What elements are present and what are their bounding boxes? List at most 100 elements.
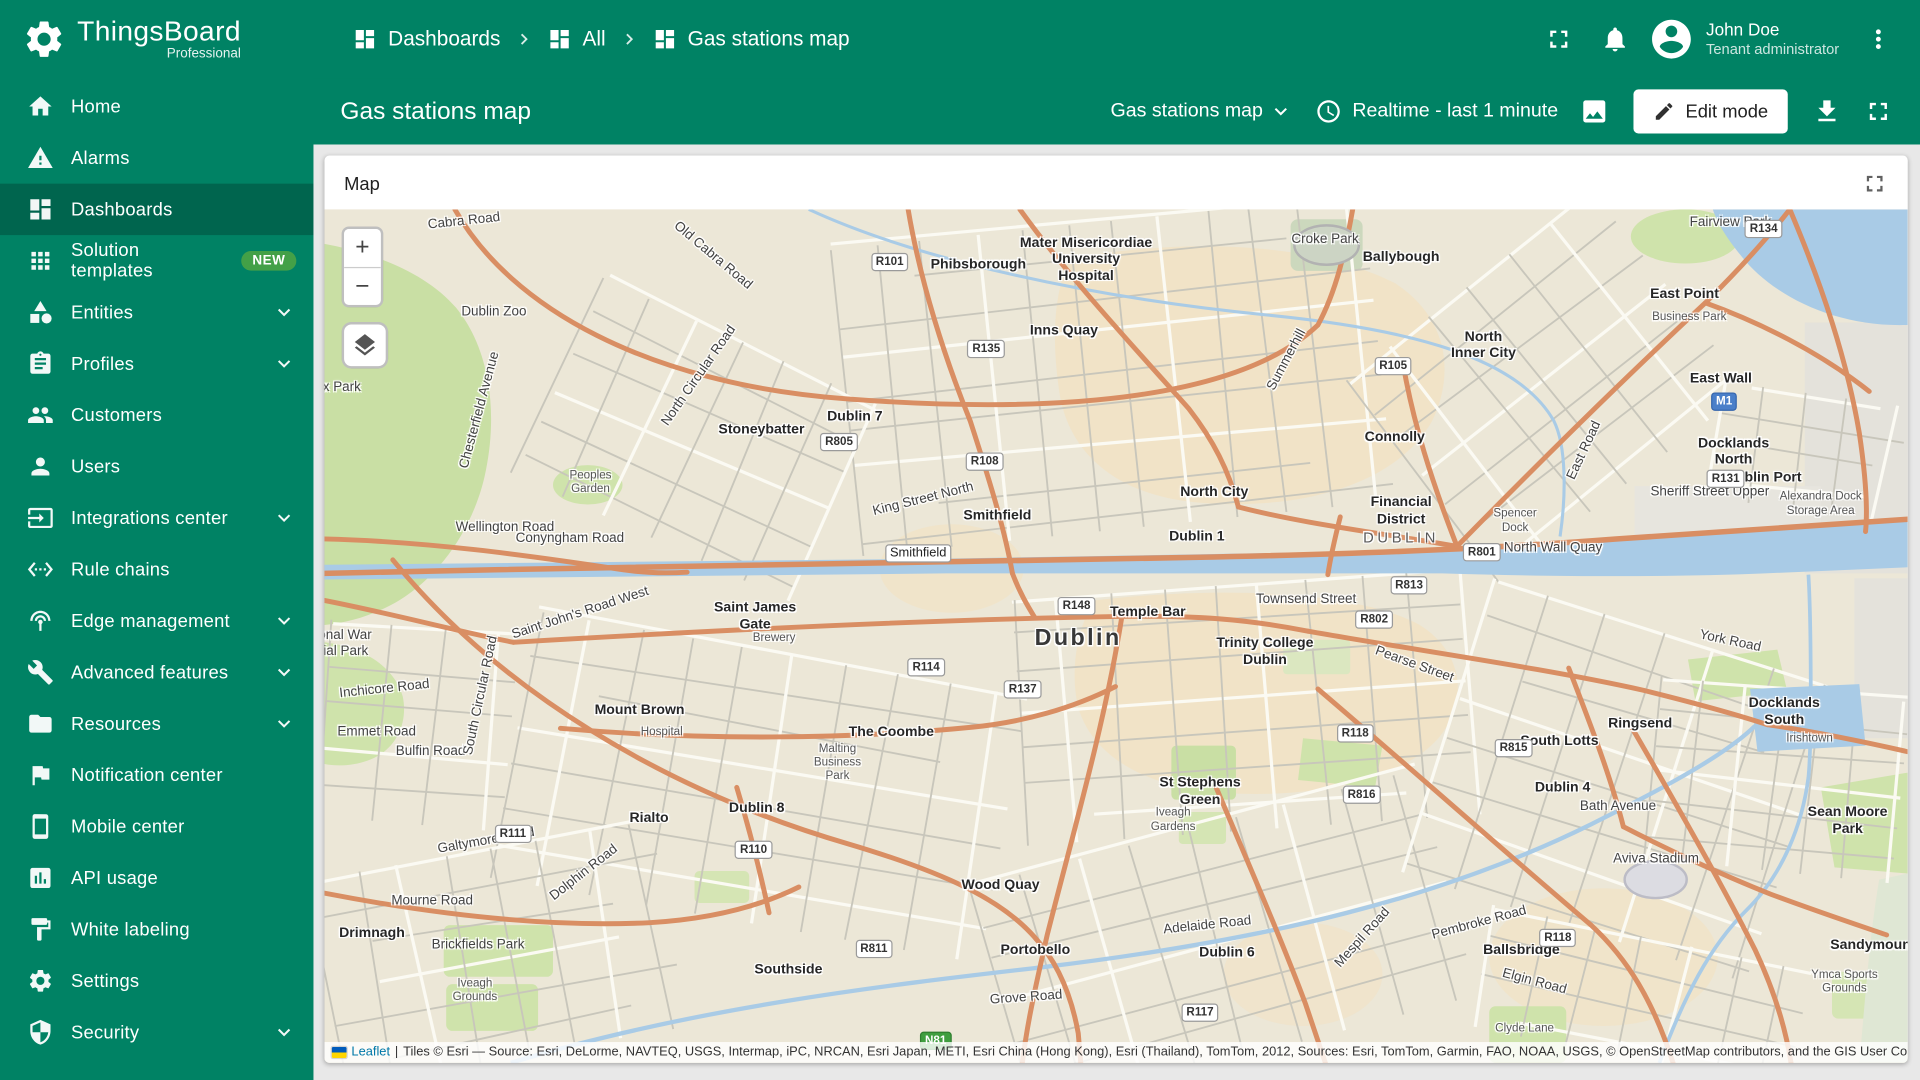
person-circle-icon [1648, 16, 1695, 63]
sidebar-item-rule-chains[interactable]: Rule chains [0, 544, 313, 595]
breadcrumb-item-dashboards[interactable]: Dashboards [353, 27, 501, 51]
sidebar-item-users[interactable]: Users [0, 441, 313, 492]
sidebar-item-label: Solution templates [71, 240, 207, 282]
dashboard-select[interactable]: Gas stations map [1110, 99, 1293, 123]
sidebar-item-entities[interactable]: Entities [0, 287, 313, 338]
sidebar-item-api-usage[interactable]: API usage [0, 852, 313, 903]
sidebar-item-label: Home [71, 96, 121, 117]
dashboard-select-value: Gas stations map [1110, 100, 1262, 122]
folder-icon [27, 710, 54, 737]
sidebar-item-label: Notification center [71, 765, 223, 786]
image-icon [1580, 97, 1609, 126]
gear-icon [27, 967, 54, 994]
dashboards-icon [353, 27, 377, 51]
fullscreen-icon [1864, 97, 1893, 126]
sidebar-item-dashboards[interactable]: Dashboards [0, 184, 313, 235]
timewindow-label: Realtime - last 1 minute [1352, 100, 1558, 122]
layers-control[interactable] [342, 322, 389, 369]
map-attribution: Leaflet | Tiles © Esri — Source: Esri, D… [324, 1042, 1907, 1063]
fullscreen-icon [1861, 170, 1888, 197]
chevron-right-icon [513, 28, 535, 50]
sidebar-item-label: Alarms [71, 148, 130, 169]
chevron-down-icon [272, 506, 296, 530]
more-menu-button[interactable] [1854, 15, 1903, 64]
badge-icon [27, 350, 54, 377]
timewindow-button[interactable]: Realtime - last 1 minute [1316, 98, 1559, 125]
chart-icon [27, 864, 54, 891]
sidebar-item-settings[interactable]: Settings [0, 955, 313, 1006]
edit-mode-label: Edit mode [1685, 101, 1768, 122]
app-logo[interactable]: ThingsBoard Professional [0, 0, 313, 78]
sidebar-nav: Home Alarms Dashboards Solution templatesNE… [0, 78, 313, 1080]
sidebar-item-label: Resources [71, 713, 161, 734]
breadcrumb-item-all[interactable]: All [547, 27, 606, 51]
chevron-down-icon [272, 1020, 296, 1044]
user-role: Tenant administrator [1706, 41, 1839, 60]
breadcrumb-item-gas-stations-map[interactable]: Gas stations map [652, 27, 849, 51]
sidebar-item-customers[interactable]: Customers [0, 389, 313, 440]
sidebar-item-mobile-center[interactable]: Mobile center [0, 801, 313, 852]
widget-fullscreen-button[interactable] [1859, 168, 1891, 200]
sidebar-item-notification-center[interactable]: Notification center [0, 749, 313, 800]
sidebar-item-label: Users [71, 456, 120, 477]
sidebar-item-label: Advanced features [71, 662, 228, 683]
sidebar-item-profiles[interactable]: Profiles [0, 338, 313, 389]
sidebar-item-advanced-features[interactable]: Advanced features [0, 647, 313, 698]
chevron-down-icon [272, 300, 296, 324]
chevron-down-icon [272, 711, 296, 735]
map-widget-card: Map [324, 156, 1907, 1063]
leaflet-link[interactable]: Leaflet [351, 1044, 390, 1059]
topbar-actions: John Doe Tenant administrator [1535, 15, 1903, 64]
dashboards-icon [547, 27, 571, 51]
sidebar-item-solution-templates[interactable]: Solution templatesNEW [0, 235, 313, 286]
category-icon [27, 299, 54, 326]
export-button[interactable] [1802, 87, 1851, 136]
paint-icon [27, 916, 54, 943]
download-icon [1812, 97, 1841, 126]
breadcrumb-label: Gas stations map [688, 27, 850, 51]
sidebar-item-resources[interactable]: Resources [0, 698, 313, 749]
chevron-down-icon [272, 351, 296, 375]
map-canvas[interactable]: Cabra RoadOld Cabra RoadMater Misericord… [324, 209, 1907, 1062]
chevron-down-icon [272, 609, 296, 633]
phone-icon [27, 813, 54, 840]
shield-icon [27, 1019, 54, 1046]
antenna-icon [27, 607, 54, 634]
clock-icon [1316, 98, 1343, 125]
sidebar-item-label: Entities [71, 302, 133, 323]
sidebar-item-alarms[interactable]: Alarms [0, 132, 313, 183]
user-name: John Doe [1706, 19, 1839, 41]
sidebar-item-edge-management[interactable]: Edge management [0, 595, 313, 646]
edit-mode-button[interactable]: Edit mode [1634, 89, 1788, 133]
avatar[interactable] [1647, 15, 1696, 64]
brand: ThingsBoard Professional [77, 17, 241, 61]
fullscreen-icon [1544, 24, 1573, 53]
sidebar-item-label: Edge management [71, 610, 230, 631]
dashboard-image-button[interactable] [1570, 87, 1619, 136]
sidebar-item-white-labeling[interactable]: White labeling [0, 904, 313, 955]
map-widget-header: Map [324, 156, 1907, 210]
warn-icon [27, 144, 54, 171]
zoom-control: + − [342, 227, 384, 308]
brand-name: ThingsBoard [77, 17, 241, 45]
fullscreen-button[interactable] [1535, 15, 1584, 64]
zoom-out-button[interactable]: − [344, 267, 381, 305]
breadcrumb: Dashboards All Gas stations map [353, 27, 850, 51]
sidebar-item-label: Integrations center [71, 508, 228, 529]
user-info: John Doe Tenant administrator [1706, 19, 1839, 60]
ethernet-icon [27, 556, 54, 583]
sidebar: ThingsBoard Professional Home Alarms Dashb… [0, 0, 313, 1080]
layers-icon [351, 332, 378, 359]
map-basemap [324, 209, 1907, 1062]
notifications-button[interactable] [1591, 15, 1640, 64]
sidebar-item-integrations-center[interactable]: Integrations center [0, 492, 313, 543]
input-icon [27, 504, 54, 531]
sidebar-item-home[interactable]: Home [0, 81, 313, 132]
people-icon [27, 402, 54, 429]
sidebar-item-security[interactable]: Security [0, 1007, 313, 1058]
expand-dashboard-button[interactable] [1854, 87, 1903, 136]
sidebar-item-label: Mobile center [71, 816, 184, 837]
sidebar-item-label: Dashboards [71, 199, 172, 220]
zoom-in-button[interactable]: + [344, 229, 381, 267]
home-icon [27, 93, 54, 120]
